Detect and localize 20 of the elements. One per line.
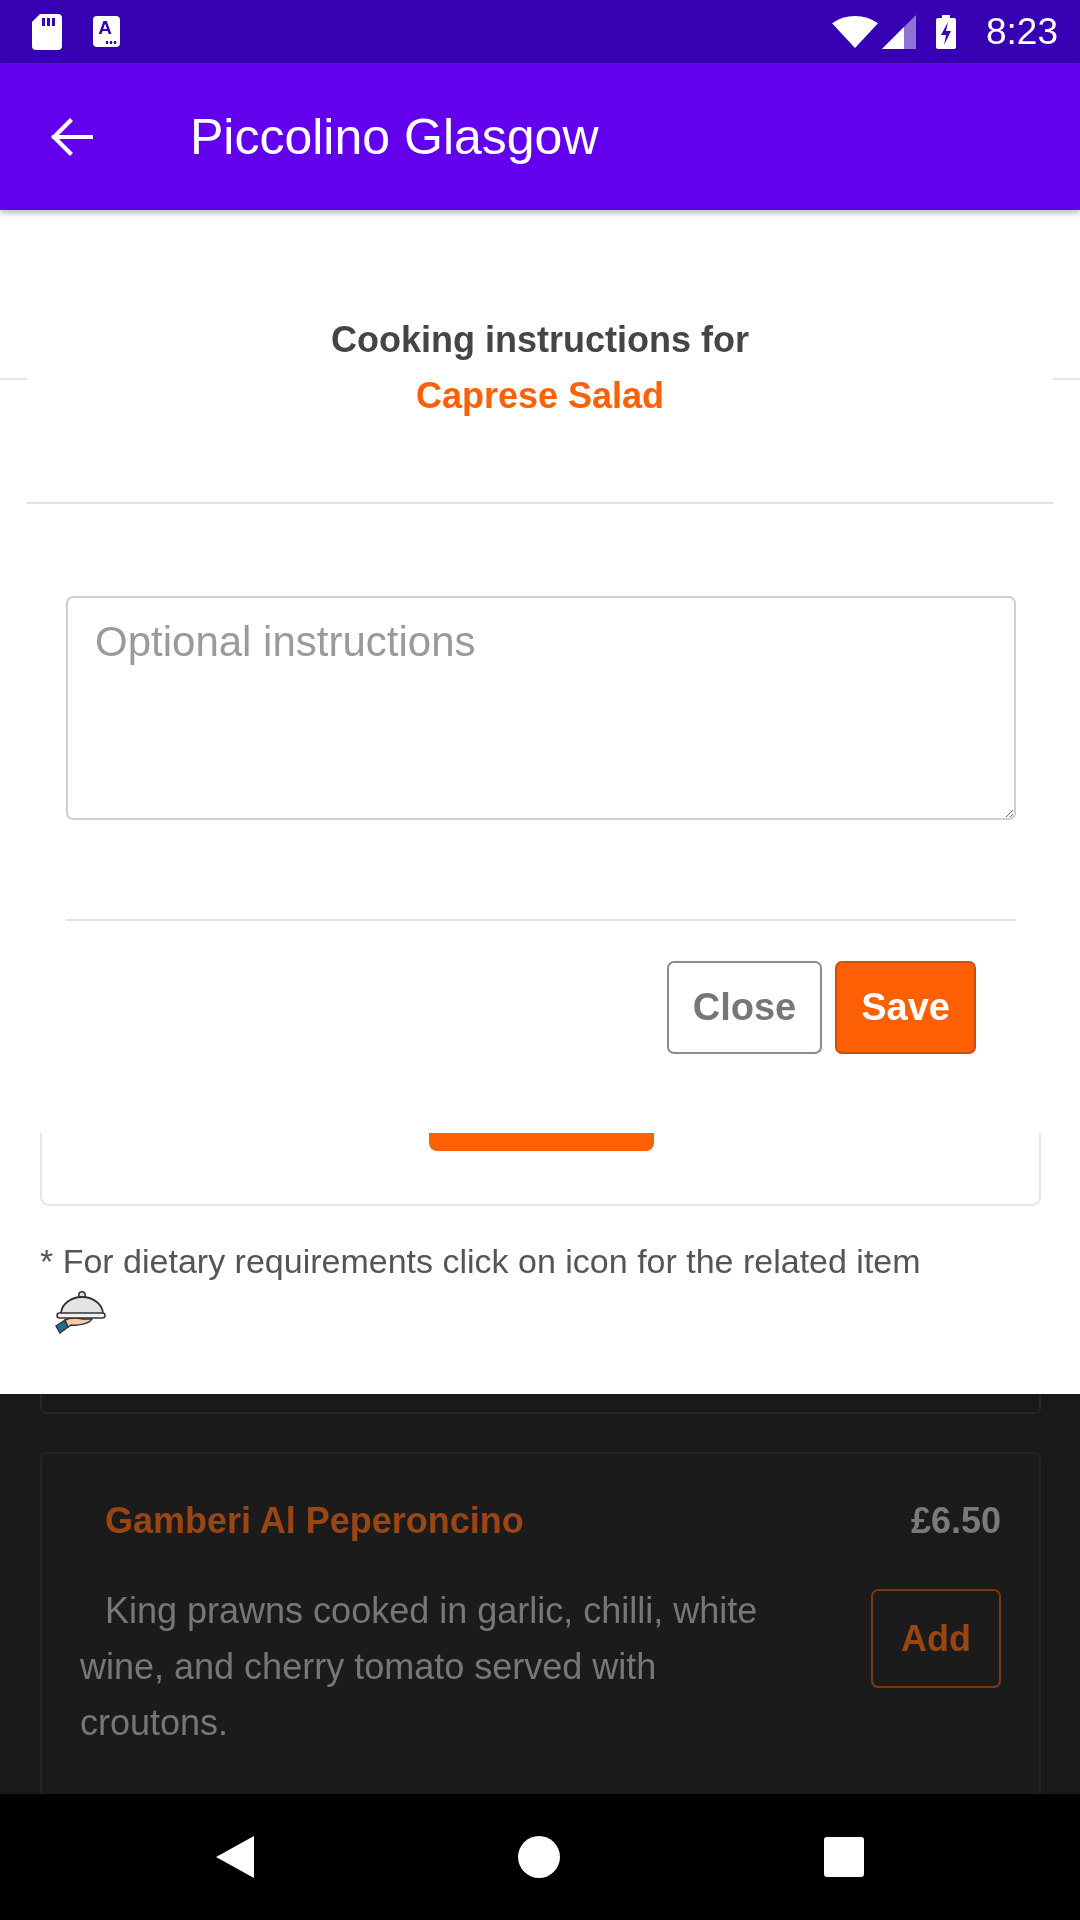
- dish-name: Gamberi Al Peperoncino: [104, 1499, 524, 1543]
- dietary-note: * For dietary requirements click on icon for the related item: [40, 1241, 922, 1282]
- dialog-title: Cooking instructions for: [330, 318, 750, 362]
- home-button[interactable]: [518, 1836, 560, 1878]
- dish-description: King prawns cooked in garlic, chilli, white wine, and cherry tomato served with croutons.: [80, 1589, 759, 1745]
- close-button[interactable]: Close: [666, 961, 823, 1054]
- back-button[interactable]: [216, 1836, 254, 1878]
- add-button[interactable]: Add: [871, 1589, 1001, 1688]
- app-bar-title: Piccolino Glasgow: [190, 107, 599, 166]
- notification-icon: A: [93, 16, 120, 47]
- battery-charging-icon: [936, 14, 956, 49]
- dish-name: Caprese Salad: [414, 374, 666, 418]
- dish-price: £6.50: [910, 1499, 1001, 1543]
- sd-card-icon: [32, 13, 62, 50]
- save-button[interactable]: Save: [835, 961, 976, 1054]
- clock-time: 8:23: [986, 10, 1058, 54]
- back-arrow-icon[interactable]: [49, 116, 93, 157]
- signal-icon: [882, 14, 916, 49]
- wifi-icon: [832, 15, 878, 48]
- instructions-field[interactable]: Optional instructions: [66, 596, 1016, 820]
